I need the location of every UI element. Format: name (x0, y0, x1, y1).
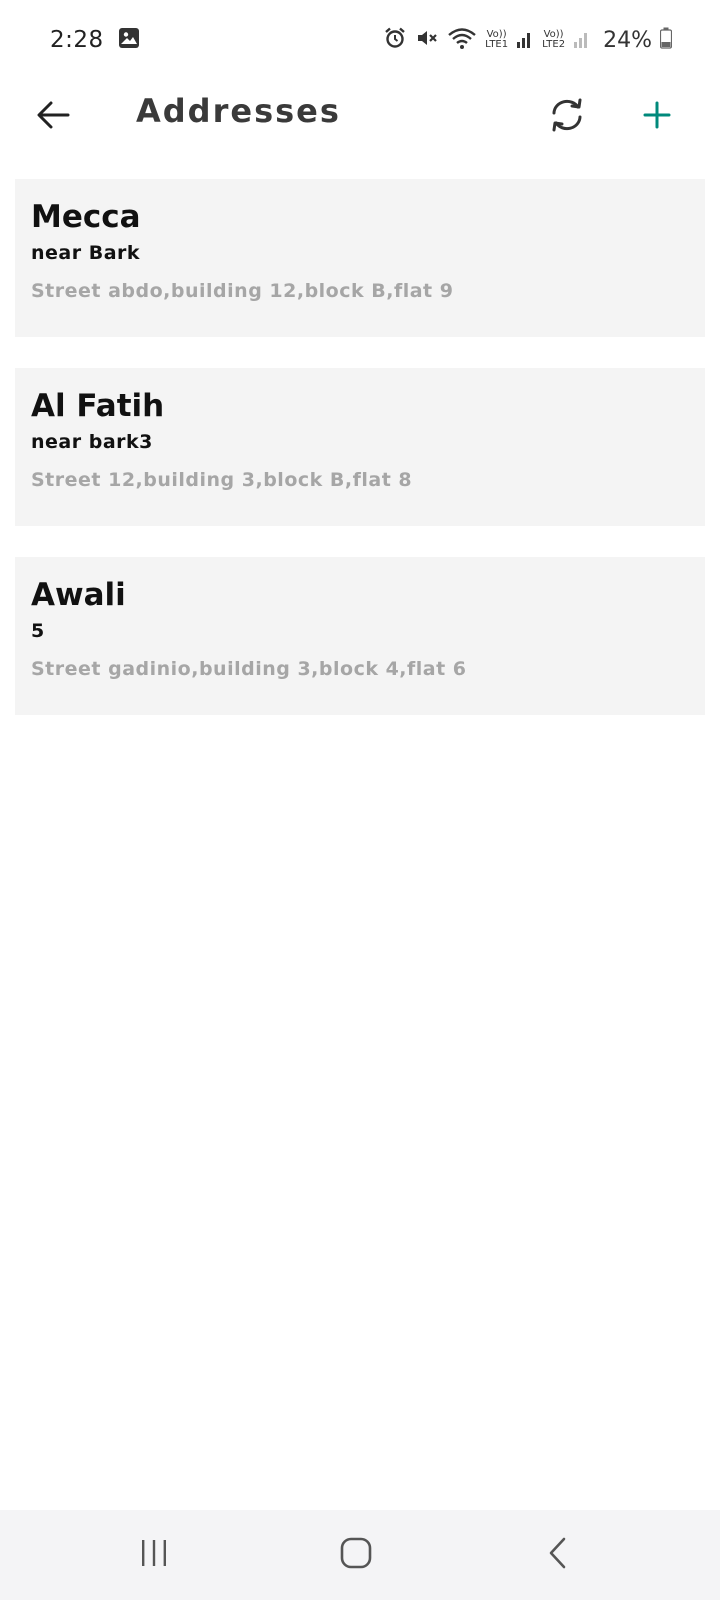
battery-icon (659, 27, 673, 53)
recents-button[interactable] (124, 1530, 184, 1580)
address-card[interactable]: Al Fatih near bark3 Street 12,building 3… (15, 368, 705, 526)
status-time: 2:28 (50, 27, 104, 53)
address-landmark: 5 (31, 620, 45, 642)
status-bar: 2:28 Vo)) LTE1 Vo)) LTE2 24% (0, 0, 720, 80)
home-button[interactable] (326, 1530, 386, 1580)
gallery-notification-icon (118, 27, 140, 53)
arrow-left-icon (36, 100, 70, 134)
network-2-label: Vo)) LTE2 (542, 29, 566, 50)
page-title: Addresses (136, 92, 341, 130)
app-bar: Addresses (0, 80, 720, 190)
screen: 2:28 Vo)) LTE1 Vo)) LTE2 24% Addresses M… (0, 0, 720, 1600)
address-details: Street abdo,building 12,block B,flat 9 (31, 280, 454, 302)
signal-2-icon (573, 27, 591, 53)
address-name: Mecca (31, 199, 141, 235)
alarm-icon (383, 26, 407, 54)
wifi-icon (447, 26, 477, 54)
chevron-left-icon (546, 1536, 570, 1574)
battery-percent: 24% (603, 27, 652, 53)
system-nav-bar (0, 1510, 720, 1600)
address-name: Awali (31, 577, 126, 613)
mute-icon (415, 26, 439, 54)
system-back-button[interactable] (528, 1530, 588, 1580)
address-list: Mecca near Bark Street abdo,building 12,… (15, 179, 705, 715)
address-name: Al Fatih (31, 388, 165, 424)
recents-icon (138, 1538, 170, 1572)
signal-1-icon (516, 27, 534, 53)
address-details: Street 12,building 3,block B,flat 8 (31, 469, 413, 491)
home-icon (339, 1536, 373, 1574)
network-1-label: Vo)) LTE1 (485, 29, 509, 50)
refresh-button[interactable] (544, 94, 590, 140)
back-button[interactable] (30, 94, 76, 140)
address-details: Street gadinio,building 3,block 4,flat 6 (31, 658, 467, 680)
add-address-button[interactable] (634, 94, 680, 140)
address-card[interactable]: Mecca near Bark Street abdo,building 12,… (15, 179, 705, 337)
address-landmark: near Bark (31, 242, 141, 264)
plus-icon (642, 100, 672, 134)
status-left: 2:28 (50, 27, 140, 53)
refresh-icon (548, 98, 586, 136)
address-card[interactable]: Awali 5 Street gadinio,building 3,block … (15, 557, 705, 715)
address-landmark: near bark3 (31, 431, 153, 453)
status-right: Vo)) LTE1 Vo)) LTE2 24% (383, 26, 673, 54)
